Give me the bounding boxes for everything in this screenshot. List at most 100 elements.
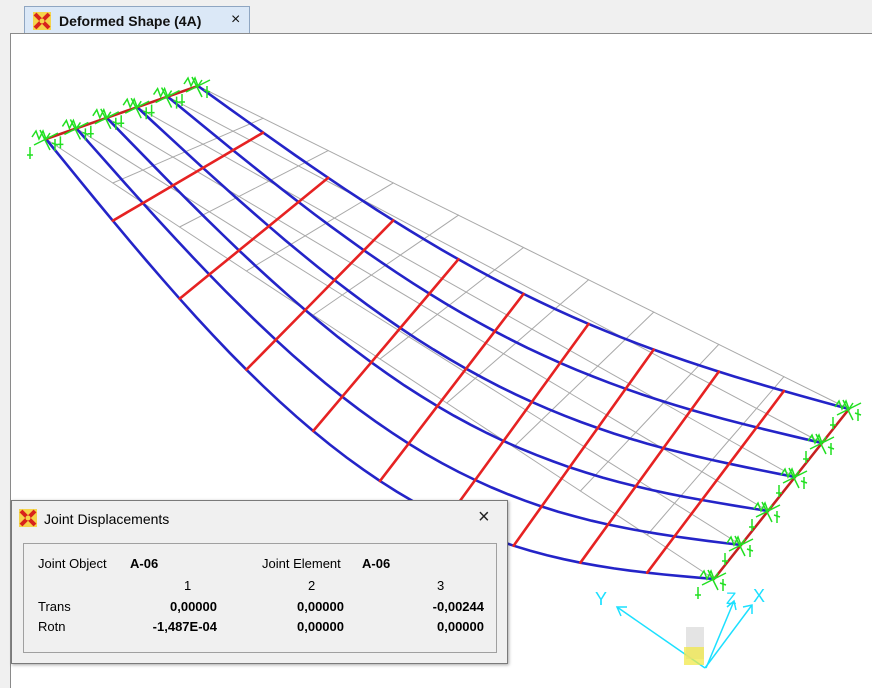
joint-object-label: Joint Object <box>38 556 107 571</box>
crossbeam-line <box>727 426 758 466</box>
grid-line <box>569 392 637 433</box>
crossbeam-line <box>662 408 693 450</box>
trans-value-3: -0,00244 <box>432 599 484 614</box>
grid-line <box>513 419 543 448</box>
grid-line <box>298 150 329 167</box>
crossbeam-line <box>596 387 628 430</box>
sap-logo-icon <box>19 509 37 527</box>
support-icon <box>695 569 727 599</box>
grid-line <box>653 311 720 345</box>
grid-line <box>238 180 270 197</box>
grid-line <box>625 311 655 340</box>
grid-line <box>45 138 114 184</box>
joint-object-value: A-06 <box>130 556 159 571</box>
crossbeam-line <box>378 442 411 483</box>
grid-line <box>304 235 372 276</box>
axis-triad-icon: Y X Z <box>595 586 765 669</box>
grid-line <box>635 402 664 433</box>
grid-line <box>312 314 381 360</box>
grid-line <box>262 117 329 152</box>
crossbeam-line <box>311 395 344 433</box>
grid-line <box>408 313 438 338</box>
crossbeam-line <box>428 257 460 295</box>
grid-line <box>635 431 703 473</box>
grid-line <box>399 234 430 256</box>
grid-line <box>503 328 533 355</box>
joint-displacements-dialog[interactable]: Joint Displacements × Joint Object A-06 … <box>11 500 508 664</box>
crossbeam-line <box>369 326 402 364</box>
crossbeam-line <box>245 338 278 372</box>
crossbeam-line <box>624 348 656 391</box>
grid-line <box>436 291 467 315</box>
grid-line <box>559 279 590 305</box>
crossbeam-line <box>362 219 395 252</box>
grid-line <box>363 182 394 201</box>
crossbeam-line <box>208 249 241 276</box>
crossbeam-line <box>502 400 534 443</box>
rotn-value-1: -1,487E-04 <box>152 619 217 634</box>
crossbeam-line <box>645 535 676 575</box>
support-icon <box>27 129 59 159</box>
crossbeam-line <box>333 249 366 282</box>
joint-element-value: A-06 <box>362 556 391 571</box>
column-header-3: 3 <box>437 578 445 593</box>
grid-line <box>588 279 655 313</box>
crossbeam-line <box>755 389 786 429</box>
grid-line <box>579 490 648 536</box>
crossbeam-line <box>436 367 468 408</box>
grid-line <box>446 377 476 404</box>
axis-label-z: Z <box>726 589 736 608</box>
row-label-rotn: Rotn <box>38 619 66 634</box>
grid-line <box>363 200 430 236</box>
grid-line <box>625 338 692 375</box>
close-icon[interactable]: × <box>478 506 490 529</box>
grid-line <box>503 353 571 394</box>
column-header-1: 1 <box>184 578 192 593</box>
grid-line <box>75 127 144 171</box>
grid-line <box>142 169 210 213</box>
grid-line <box>428 234 496 271</box>
crossbeam-line <box>493 292 525 333</box>
grid-line <box>208 195 240 213</box>
crossbeam-line <box>178 273 211 301</box>
grid-line <box>112 169 144 184</box>
crossbeam-line <box>303 278 336 312</box>
column-header-2: 2 <box>308 578 316 593</box>
grid-line <box>334 200 365 219</box>
crossbeam-line <box>111 201 145 222</box>
crossbeam-line <box>512 505 543 548</box>
grid-line <box>523 247 590 281</box>
dialog-title: Joint Displacements <box>44 511 170 527</box>
trans-value-1: 0,00000 <box>170 599 217 614</box>
joint-element-label: Joint Element <box>262 556 341 571</box>
crossbeam-line <box>473 439 505 482</box>
crossbeam-line <box>530 361 562 404</box>
tab-title: Deformed Shape (4A) <box>59 13 202 29</box>
tab-close-icon[interactable]: × <box>231 11 240 29</box>
crossbeam-line <box>297 176 330 204</box>
grid-line <box>701 439 730 473</box>
crossbeam-line <box>579 523 610 565</box>
crossbeam-line <box>398 292 431 330</box>
grid-line <box>756 376 785 409</box>
crossbeam-line <box>689 370 721 412</box>
grid-line <box>662 373 692 404</box>
trans-value-2: 0,00000 <box>297 599 344 614</box>
tab-deformed-shape[interactable]: Deformed Shape (4A) × <box>24 6 250 34</box>
displacement-panel: Joint Object A-06 Joint Element A-06 1 2… <box>23 543 497 653</box>
grid-line <box>494 247 524 271</box>
axis-label-x: X <box>753 586 765 606</box>
crossbeam-line <box>141 184 175 205</box>
grid-line <box>494 269 561 305</box>
crossbeam-line <box>171 166 205 187</box>
crossbeam-line <box>568 426 600 469</box>
grid-line <box>341 274 372 296</box>
crossbeam-line <box>700 462 731 502</box>
row-label-trans: Trans <box>38 599 71 614</box>
rotn-value-2: 0,00000 <box>297 619 344 634</box>
grid-line <box>379 358 448 404</box>
grid-line <box>513 446 581 492</box>
grid-line <box>474 377 543 421</box>
grid-line <box>268 165 299 182</box>
grid-line <box>531 328 599 367</box>
